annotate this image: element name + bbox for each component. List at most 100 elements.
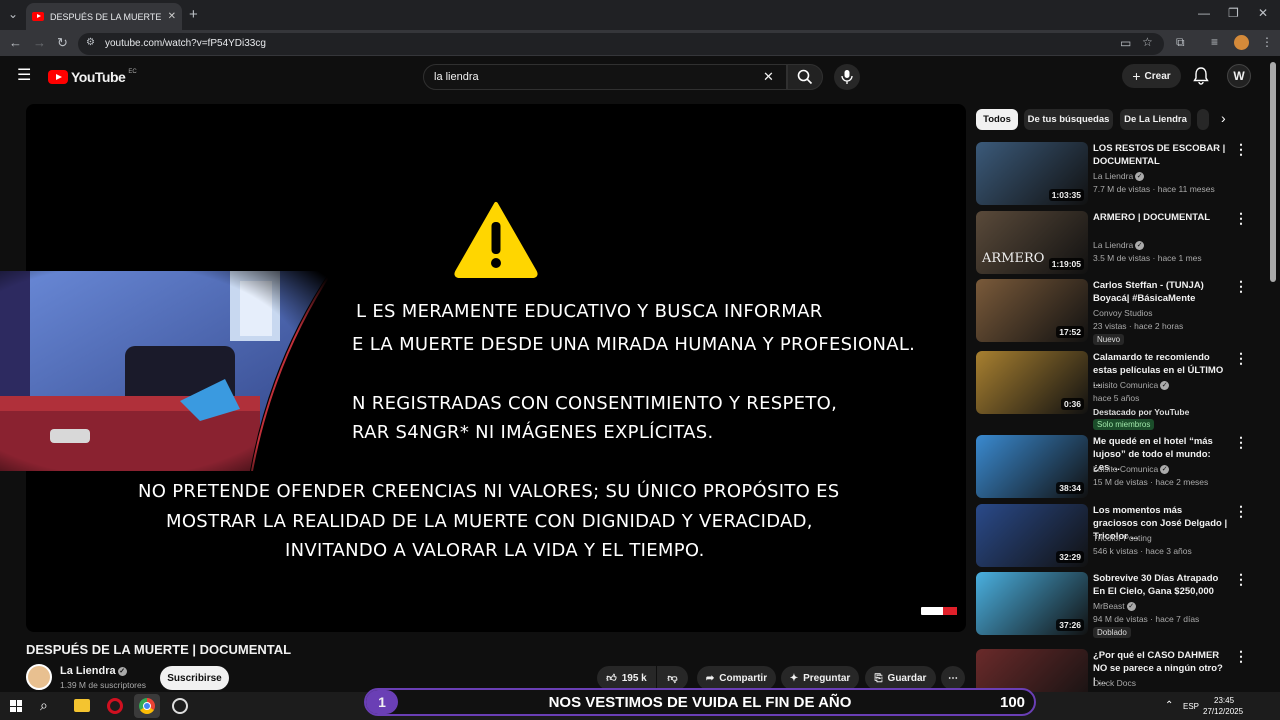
recommendation-item[interactable]: 32:29 Los momentos más graciosos con José… [976,504,1256,570]
language-indicator[interactable]: ESP [1183,702,1199,711]
recommendation-channel[interactable]: MrBeast ✓ [1093,601,1136,612]
recommendation-channel[interactable]: Dieck Docs [1093,678,1136,688]
search-button[interactable] [787,64,823,90]
forward-icon[interactable]: → [33,35,46,50]
more-options-icon[interactable]: ⋮ [1234,279,1248,293]
recommendation-channel[interactable]: Luisito Comunica ✓ [1093,380,1170,391]
close-tab-icon[interactable]: ✕ [168,11,176,22]
file-explorer-icon[interactable] [74,699,90,712]
obs-icon[interactable] [172,698,188,714]
recommendation-item[interactable]: 0:36 Calamardo te recomiendo estas pelícu… [976,351,1256,430]
video-thumbnail[interactable]: 32:29 [976,504,1088,567]
chevron-right-icon[interactable]: › [1221,110,1226,126]
recommendation-meta: 3.5 M de vistas · hace 1 mes [1093,253,1202,263]
voice-search-button[interactable] [834,64,860,90]
recommendation-item[interactable]: ARMERO 1:19:05 ARMERO | DOCUMENTAL La Liend… [976,211,1256,277]
cast-icon[interactable]: ▭ [1120,36,1131,50]
hamburger-menu-icon[interactable]: ☰ [17,68,31,84]
recommendation-badge: Doblado [1093,627,1131,638]
youtube-logo[interactable]: YouTube EC [48,69,137,85]
video-thumbnail[interactable]: 17:52 [976,279,1088,342]
reload-icon[interactable]: ↻ [57,35,68,51]
recommendation-item[interactable]: 17:52 Carlos Steffan - (TUNJA) Boyacá| #B… [976,279,1256,345]
profile-avatar[interactable] [1234,35,1249,50]
new-tab-icon[interactable]: + [189,6,198,23]
video-thumbnail[interactable]: 1:03:35 [976,142,1088,205]
chip-todos[interactable]: Todos [976,109,1018,130]
close-window-icon[interactable]: ✕ [1258,6,1268,20]
video-duration: 32:29 [1056,551,1084,563]
recommendation-item[interactable]: 37:26 Sobrevive 30 Días Atrapado En El Ci… [976,572,1256,638]
windows-start-icon[interactable] [10,700,22,712]
ask-button[interactable]: ✦ Preguntar [781,666,859,690]
video-thumbnail[interactable]: ARMERO 1:19:05 [976,211,1088,274]
dislike-button[interactable]: 👎︎ [657,666,688,690]
channel-avatar[interactable] [26,664,52,690]
page-scrollbar[interactable] [1270,62,1276,282]
more-options-icon[interactable]: ⋮ [1234,504,1248,518]
channel-name[interactable]: La Liendra ✓ [60,665,127,677]
video-thumbnail[interactable]: 0:36 [976,351,1088,414]
address-bar[interactable]: ⚙ youtube.com/watch?v=fP54YDi33cg [78,33,1164,55]
more-options-icon[interactable]: ⋮ [1234,572,1248,586]
share-icon: ➦ [705,672,715,684]
more-options-icon[interactable]: ⋮ [1234,351,1248,365]
restore-icon[interactable]: ❐ [1228,6,1239,20]
taskbar-search-icon[interactable]: ⌕ [40,697,48,714]
browser-menu-icon[interactable]: ⋮ [1261,35,1273,49]
save-button[interactable]: ⎘ Guardar [865,666,936,690]
recommendation-item[interactable]: 1:03:35 LOS RESTOS DE ESCOBAR | DOCUMENTA… [976,142,1256,208]
recommendation-title[interactable]: ARMERO | DOCUMENTAL [1093,211,1228,224]
recommendation-meta: 94 M de vistas · hace 7 días [1093,614,1200,624]
clock-date: 27/12/2025 [1203,707,1244,716]
share-button[interactable]: ➦ Compartir [697,666,776,690]
more-actions-button[interactable]: ⋯ [941,666,965,690]
thumbnail-caption: ARMERO [982,251,1045,266]
recommendation-channel[interactable]: La Liendra ✓ [1093,240,1145,251]
more-icon: ⋯ [948,672,958,684]
tray-chevron-icon[interactable]: ⌃ [1165,700,1173,711]
opera-icon[interactable] [107,698,123,714]
ask-label: Preguntar [803,672,851,684]
create-button[interactable]: + Crear [1122,64,1181,88]
reading-list-icon[interactable]: ≡ [1211,35,1218,49]
recommendation-badge: Nuevo [1093,334,1125,345]
subscribe-button[interactable]: Suscribirse [160,666,229,690]
recommendation-item[interactable]: 38:34 Me quedé en el hotel “más lujoso” d… [976,435,1256,501]
chip-de-la-liendra[interactable]: De La Liendra [1120,109,1191,130]
recommendation-channel[interactable]: Convoy Studios [1093,308,1153,318]
verified-icon: ✓ [1160,465,1170,475]
browser-tab[interactable]: DESPUÉS DE LA MUERTE | DOC ✕ [26,3,182,30]
video-thumbnail[interactable]: 38:34 [976,435,1088,498]
channel-text: Dieck Docs [1093,678,1136,688]
more-options-icon[interactable]: ⋮ [1234,435,1248,449]
recommendation-title[interactable]: Sobrevive 30 Días Atrapado En El Cielo, … [1093,572,1228,598]
video-thumbnail[interactable]: 37:26 [976,572,1088,635]
extensions-icon[interactable]: ⧉ [1176,35,1185,50]
clear-search-icon[interactable]: ✕ [763,69,774,85]
recommendation-channel[interactable]: Tricolor Posting [1093,533,1152,543]
notifications-bell-icon[interactable] [1193,67,1209,90]
back-icon[interactable]: ← [9,35,22,50]
recommendation-channel[interactable]: La Liendra ✓ [1093,171,1145,182]
youtube-favicon-icon [32,12,44,21]
more-options-icon[interactable]: ⋮ [1234,211,1248,225]
search-input[interactable]: la liendra ✕ [423,64,787,90]
video-duration: 1:19:05 [1048,258,1084,270]
tab-search-icon[interactable]: ⌄ [8,7,18,21]
minimize-icon[interactable]: — [1198,6,1210,20]
recommendation-title[interactable]: LOS RESTOS DE ESCOBAR | DOCUMENTAL [1093,142,1228,168]
disclaimer-line-7: INVITANDO A VALORAR LA VIDA Y EL TIEMPO. [285,540,705,561]
thumbs-down-icon: 👎︎ [667,673,678,684]
chip-partial[interactable] [1197,109,1209,130]
like-button[interactable]: 👍︎ 195 k [597,666,656,690]
bookmark-star-icon[interactable]: ☆ [1142,35,1153,49]
more-options-icon[interactable]: ⋮ [1234,649,1248,663]
recommendation-title[interactable]: Carlos Steffan - (TUNJA) Boyacá| #Básica… [1093,279,1228,305]
site-info-icon[interactable]: ⚙ [86,37,95,48]
more-options-icon[interactable]: ⋮ [1234,142,1248,156]
chip-de-tus-busquedas[interactable]: De tus búsquedas [1024,109,1113,130]
recommendation-channel[interactable]: Luisito Comunica ✓ [1093,464,1170,475]
chrome-taskbar-button[interactable] [134,694,160,718]
account-avatar[interactable]: W [1227,64,1251,88]
